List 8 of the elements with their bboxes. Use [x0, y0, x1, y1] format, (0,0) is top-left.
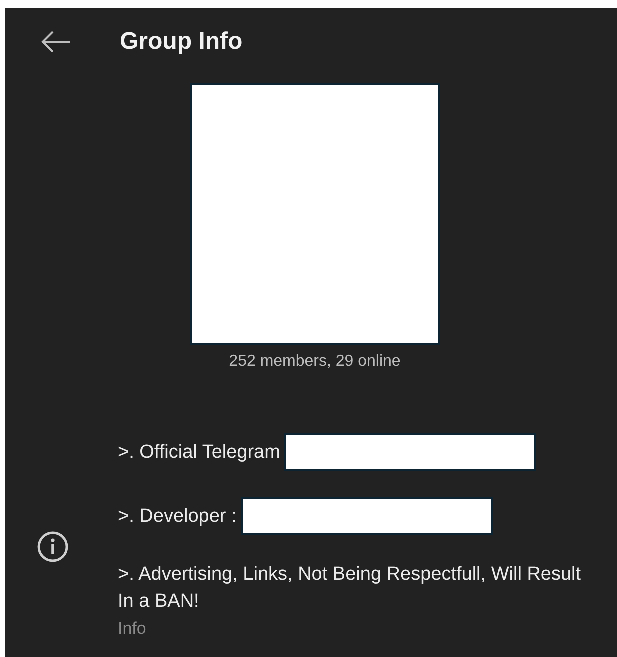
info-text: >. Official Telegram [118, 440, 280, 464]
member-count: 252 members, 29 online [229, 353, 401, 371]
info-icon [37, 531, 69, 563]
info-text: >. Advertising, Links, Not Being Respectfull, Will Result In a BAN! [118, 563, 582, 614]
info-label: Info [118, 619, 148, 639]
info-text: >. Developer : [118, 504, 237, 528]
screen-title: Group Info [120, 28, 243, 56]
back-arrow-icon[interactable] [40, 30, 72, 54]
